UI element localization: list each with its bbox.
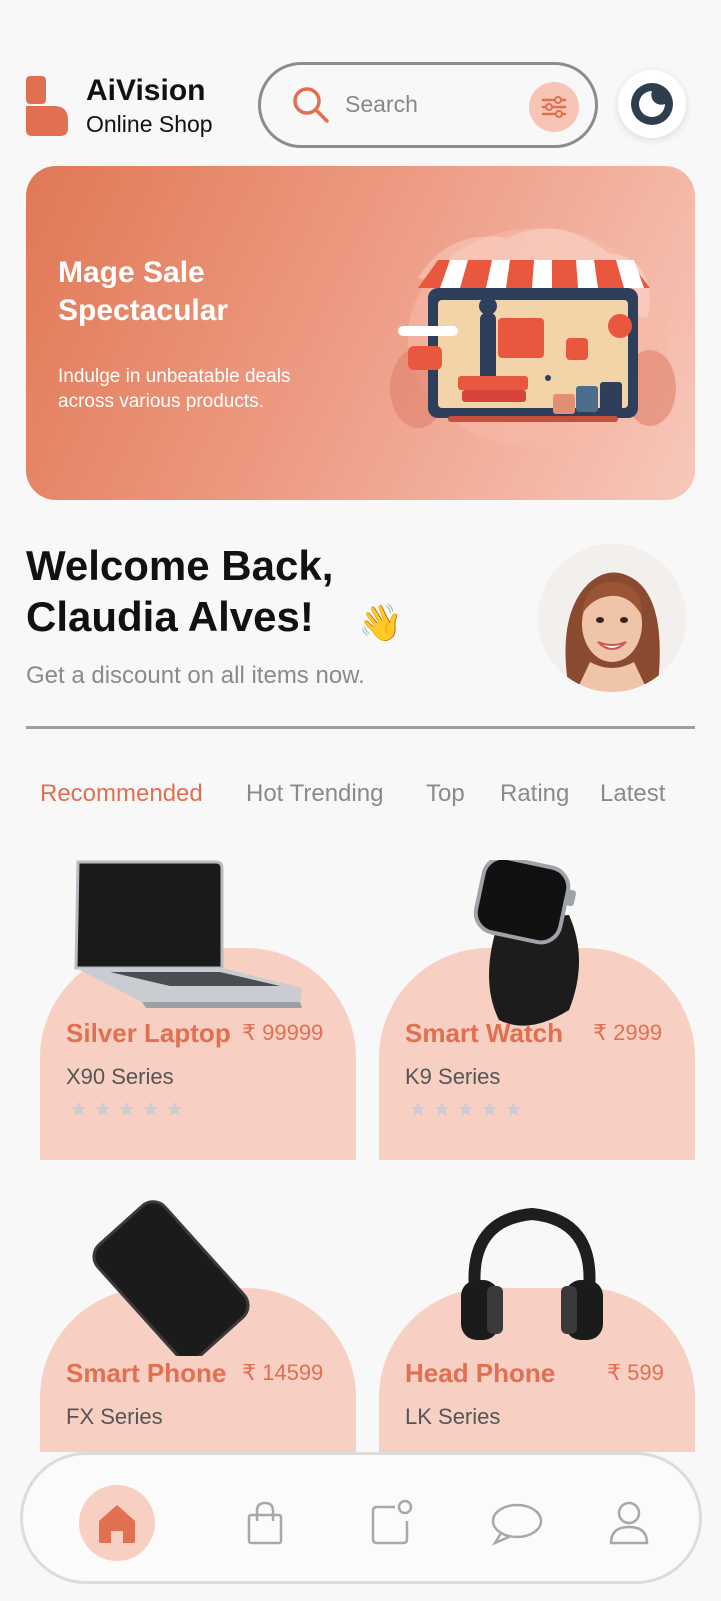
product-name: Smart Phone <box>66 1358 227 1388</box>
nav-notifications[interactable] <box>353 1485 429 1561</box>
search-placeholder: Search <box>345 91 418 117</box>
star-icon: ★ <box>165 1099 184 1121</box>
welcome-line-1: Welcome Back, <box>26 542 334 589</box>
headphone-icon <box>461 1207 603 1340</box>
watch-icon <box>473 860 579 1026</box>
banner-title: Mage Sale Spectacular <box>58 256 229 327</box>
avatar[interactable] <box>538 544 686 692</box>
tab-rating[interactable]: Rating <box>500 780 569 808</box>
star-icon: ★ <box>409 1099 427 1121</box>
bottom-navigation <box>20 1452 702 1584</box>
notification-icon <box>371 1499 413 1545</box>
rating-stars: ★ ★ ★ ★ ★ <box>70 1100 184 1120</box>
product-price: ₹ 599 <box>607 1360 664 1385</box>
brand-subtitle: Online Shop <box>86 111 213 137</box>
logo-icon <box>26 76 68 136</box>
section-divider <box>26 726 695 729</box>
tab-recommended[interactable]: Recommended <box>40 780 203 808</box>
home-icon <box>99 1505 135 1543</box>
banner-subtitle: Indulge in unbeatable deals across vario… <box>58 366 291 412</box>
rating-stars: ★ ★ ★ ★ ★ <box>409 1100 523 1120</box>
star-icon: ★ <box>432 1099 451 1121</box>
star-icon: ★ <box>504 1099 523 1121</box>
star-icon: ★ <box>141 1099 160 1121</box>
star-icon: ★ <box>480 1099 499 1121</box>
theme-toggle-button[interactable] <box>618 70 686 138</box>
user-photo <box>538 544 686 692</box>
star-icon: ★ <box>93 1099 112 1121</box>
product-name: Smart Watch <box>405 1018 563 1048</box>
search-input[interactable]: Search <box>258 62 598 148</box>
laptop-icon <box>74 860 302 1008</box>
phone-icon <box>92 1200 250 1356</box>
star-icon: ★ <box>456 1099 475 1121</box>
star-icon: ★ <box>117 1099 136 1121</box>
nav-bag[interactable] <box>227 1485 303 1561</box>
tab-top[interactable]: Top <box>426 780 465 808</box>
search-icon <box>293 87 329 123</box>
star-icon: ★ <box>70 1099 88 1121</box>
tab-latest[interactable]: Latest <box>600 780 665 808</box>
nav-home[interactable] <box>79 1485 155 1561</box>
tab-hot-trending[interactable]: Hot Trending <box>246 780 383 808</box>
wave-emoji: 👋 <box>358 602 403 643</box>
bag-icon <box>247 1501 283 1545</box>
product-price: ₹ 2999 <box>593 1020 663 1045</box>
nav-profile[interactable] <box>591 1485 667 1561</box>
nav-chat[interactable] <box>479 1485 555 1561</box>
header: AiVision Online Shop Search <box>0 62 721 152</box>
filter-icon <box>541 96 567 118</box>
product-series: K9 Series <box>405 1064 501 1089</box>
promo-banner[interactable]: Mage Sale Spectacular Indulge in unbeata… <box>26 166 695 500</box>
product-price: ₹ 14599 <box>242 1360 324 1385</box>
product-card-head-phone[interactable]: Head Phone ₹ 599 LK Series <box>379 1190 695 1452</box>
product-card-smart-phone[interactable]: Smart Phone ₹ 14599 FX Series <box>40 1190 356 1452</box>
brand-name: AiVision <box>86 74 206 107</box>
product-series: FX Series <box>66 1404 163 1429</box>
product-card-smart-watch[interactable]: Smart Watch ₹ 2999 K9 Series ★ ★ ★ ★ ★ <box>379 850 695 1160</box>
product-price: ₹ 99999 <box>242 1020 324 1045</box>
shop-illustration <box>390 228 676 448</box>
welcome-subtitle: Get a discount on all items now. <box>26 662 365 689</box>
product-name: Silver Laptop <box>66 1018 231 1048</box>
product-series: X90 Series <box>66 1064 174 1089</box>
filter-button[interactable] <box>529 82 579 132</box>
product-series: LK Series <box>405 1404 501 1429</box>
welcome-heading: Welcome Back, Claudia Alves! <box>26 540 526 642</box>
moon-icon <box>631 83 673 125</box>
chat-icon <box>491 1503 543 1546</box>
profile-icon <box>609 1501 649 1545</box>
product-card-silver-laptop[interactable]: Silver Laptop ₹ 99999 X90 Series ★ ★ ★ ★… <box>40 850 356 1160</box>
product-name: Head Phone <box>405 1358 556 1388</box>
welcome-line-2: Claudia Alves! <box>26 593 314 640</box>
